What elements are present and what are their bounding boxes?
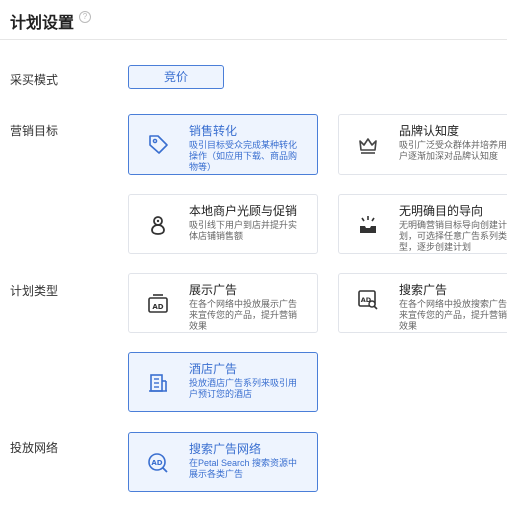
goal-desc: 吸引线下用户到店并提升实体店铺销售额	[189, 220, 298, 241]
network-card-search-ad-network[interactable]: AD 搜索广告网络 在Petal Search 搜索资源中展示各类广告	[128, 432, 318, 492]
network-title: 搜索广告网络	[189, 442, 262, 456]
page-title: 计划设置	[10, 15, 75, 32]
goal-desc: 吸引广泛受众群体并培养用户逐渐加深对品牌认知度	[399, 140, 507, 161]
ad-search-icon: AD	[356, 288, 380, 312]
goal-title: 本地商户光顾与促销	[189, 204, 298, 218]
goal-card-brand-awareness[interactable]: 品牌认知度 吸引广泛受众群体并培养用户逐渐加深对品牌认知度	[338, 114, 507, 175]
goal-card-local-store[interactable]: 本地商户光顾与促销 吸引线下用户到店并提升实体店铺销售额	[128, 194, 318, 254]
goal-title: 品牌认知度	[399, 124, 460, 138]
inbox-icon	[356, 213, 380, 237]
goal-title: 无明确目的导向	[399, 204, 484, 218]
ad-display-icon: AD	[146, 292, 170, 316]
plan-desc: 在各个网络中投放展示广告来宣传您的产品，提升营销效果	[189, 299, 298, 331]
location-pin-icon	[146, 213, 170, 237]
plan-card-display-ad[interactable]: AD 展示广告 在各个网络中投放展示广告来宣传您的产品，提升营销效果	[128, 273, 318, 333]
plan-desc: 在各个网络中投放搜索广告来宣传您的产品，提升营销效果	[399, 299, 507, 331]
bidding-option-button[interactable]: 竞价	[128, 65, 224, 89]
svg-text:AD: AD	[151, 459, 162, 467]
label-marketing-goal: 营销目标	[10, 124, 59, 138]
plan-card-hotel-ad[interactable]: 酒店广告 投放酒店广告系列来吸引用户预订您的酒店	[128, 352, 318, 412]
help-circle-icon[interactable]: ?	[79, 11, 91, 23]
hotel-icon	[146, 371, 170, 395]
plan-title: 搜索广告	[399, 283, 448, 297]
goal-card-no-goal[interactable]: 无明确目的导向 无明确营销目标导向创建计划，可选择任意广告系列类型，逐步创建计划	[338, 194, 507, 254]
label-plan-type: 计划类型	[10, 284, 59, 298]
network-desc: 在Petal Search 搜索资源中展示各类广告	[189, 458, 298, 479]
crown-icon	[356, 133, 380, 157]
goal-desc: 吸引目标受众完成某种转化操作（如应用下载、商品购物等）	[189, 140, 298, 172]
label-network: 投放网络	[10, 441, 59, 455]
goal-title: 销售转化	[189, 124, 238, 138]
plan-title: 酒店广告	[189, 362, 238, 376]
svg-text:AD: AD	[152, 303, 163, 311]
ad-search-network-icon: AD	[146, 451, 170, 475]
page-header: 计划设置 ?	[0, 0, 507, 40]
plan-title: 展示广告	[189, 283, 238, 297]
goal-card-sales-conversion[interactable]: 销售转化 吸引目标受众完成某种转化操作（如应用下载、商品购物等）	[128, 114, 318, 175]
label-purchase-mode: 采买模式	[10, 73, 59, 87]
tag-icon	[146, 133, 170, 157]
plan-card-search-ad[interactable]: AD 搜索广告 在各个网络中投放搜索广告来宣传您的产品，提升营销效果	[338, 273, 507, 333]
goal-desc: 无明确营销目标导向创建计划，可选择任意广告系列类型，逐步创建计划	[399, 220, 507, 252]
plan-desc: 投放酒店广告系列来吸引用户预订您的酒店	[189, 378, 298, 399]
